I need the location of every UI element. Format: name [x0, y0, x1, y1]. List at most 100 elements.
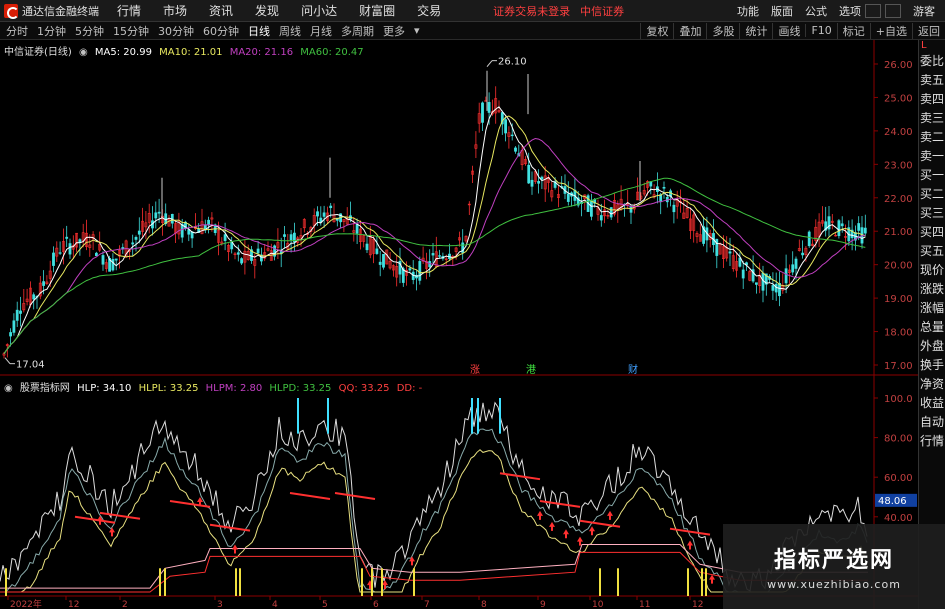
period-daily[interactable]: 日线	[248, 23, 270, 39]
period-tick[interactable]: 分时	[6, 23, 28, 39]
kline-candle	[863, 227, 867, 234]
kline-candle	[801, 252, 805, 256]
kline-candle	[418, 261, 422, 281]
kline-candle	[157, 211, 161, 214]
kline-candle	[223, 234, 227, 241]
side-item-3[interactable]: 卖三	[919, 109, 945, 128]
tool-overlay[interactable]: 叠加	[673, 22, 706, 39]
menu-item-ask[interactable]: 问小达	[301, 2, 337, 19]
kline-candle	[111, 258, 115, 271]
time-tick-label: 12	[68, 600, 79, 609]
price-tick-label: 24.00	[884, 127, 913, 138]
side-item-14[interactable]: 总量	[919, 318, 945, 337]
restore-button[interactable]	[885, 3, 901, 18]
side-item-12[interactable]: 涨跌	[919, 280, 945, 299]
kline-candle	[857, 223, 861, 231]
side-item-7[interactable]: 买二	[919, 185, 945, 204]
menu-item-trade[interactable]: 交易	[417, 2, 441, 19]
period-15min[interactable]: 15分钟	[113, 23, 149, 39]
kline-candle	[365, 243, 369, 251]
period-5min[interactable]: 5分钟	[75, 23, 104, 39]
stock-title[interactable]: 中信证券(日线)	[4, 47, 72, 58]
tool-multi-stock[interactable]: 多股	[706, 22, 739, 39]
side-item-8[interactable]: 买三	[919, 204, 945, 223]
tool-draw[interactable]: 画线	[772, 22, 805, 39]
low-pointer	[4, 357, 11, 364]
side-item-4[interactable]: 卖二	[919, 128, 945, 147]
minimize-button[interactable]	[865, 3, 881, 18]
menu-options[interactable]: 选项	[839, 3, 861, 19]
login-status[interactable]: 证券交易未登录	[493, 3, 570, 19]
side-item-19[interactable]: 自动	[919, 413, 945, 432]
side-item-18[interactable]: 收益	[919, 394, 945, 413]
kline-candle	[566, 193, 570, 202]
ma60-value: MA60: 20.47	[300, 47, 364, 58]
side-item-11[interactable]: 现价	[919, 261, 945, 280]
dd-value: DD: -	[396, 383, 423, 394]
period-30min[interactable]: 30分钟	[158, 23, 194, 39]
side-item-13[interactable]: 涨幅	[919, 299, 945, 318]
main-info-line: 中信证券(日线) ◉ MA5: 20.99 MA10: 21.01 MA20: …	[4, 43, 368, 58]
ma10-line	[3, 115, 866, 354]
tool-mark[interactable]: 标记	[836, 22, 870, 39]
trend-segment	[99, 511, 141, 520]
tool-adjust[interactable]: 复权	[640, 22, 673, 39]
period-more[interactable]: 更多	[383, 23, 405, 39]
broker-name: 中信证券	[580, 4, 625, 18]
tool-add-watchlist[interactable]: +自选	[869, 22, 912, 39]
side-item-10[interactable]: 买五	[919, 242, 945, 261]
kline-candle	[382, 253, 385, 268]
kline-candle	[715, 238, 719, 256]
menu-item-market[interactable]: 行情	[117, 2, 141, 19]
price-tick-label: 17.00	[884, 361, 913, 372]
side-item-6[interactable]: 买一	[919, 166, 945, 185]
menu-item-discover[interactable]: 发现	[255, 2, 279, 19]
menu-item-markets[interactable]: 市场	[163, 2, 187, 19]
menu-layout[interactable]: 版面	[771, 3, 793, 19]
guest-label[interactable]: 游客	[913, 3, 935, 19]
side-marker[interactable]: L	[919, 40, 945, 52]
menu-item-news[interactable]: 资讯	[209, 2, 233, 19]
buy-arrow-icon	[709, 574, 715, 584]
chevron-down-icon[interactable]: ▾	[414, 24, 420, 37]
side-item-15[interactable]: 外盘	[919, 337, 945, 356]
hlpm-value: HLPM: 2.80	[205, 383, 263, 394]
indicator-settings-icon[interactable]: ◉	[4, 383, 13, 394]
side-item-16[interactable]: 换手	[919, 356, 945, 375]
trend-segment	[334, 492, 376, 500]
watermark: 指标严选网 www.xuezhibiao.com	[723, 524, 945, 609]
indicator-tick-label: 100.0	[884, 394, 913, 405]
indicator-tick-label: 40.00	[884, 513, 913, 524]
tool-stats[interactable]: 统计	[739, 22, 772, 39]
menu-function[interactable]: 功能	[737, 3, 759, 19]
kline-candle	[537, 181, 541, 184]
period-monthly[interactable]: 月线	[310, 23, 332, 39]
settings-icon[interactable]: ◉	[79, 47, 88, 58]
side-item-20[interactable]: 行情	[919, 432, 945, 451]
period-multi[interactable]: 多周期	[341, 23, 374, 39]
menu-formula[interactable]: 公式	[805, 3, 827, 19]
time-tick-label: 12	[692, 600, 703, 609]
side-item-17[interactable]: 净资	[919, 375, 945, 394]
kline-candle	[741, 269, 745, 279]
period-1min[interactable]: 1分钟	[37, 23, 66, 39]
buy-arrow-icon	[549, 521, 555, 531]
trend-segment	[499, 472, 541, 481]
side-item-2[interactable]: 卖四	[919, 90, 945, 109]
toolbar-right: 复权 叠加 多股 统计 画线 F10 标记 +自选 返回	[640, 22, 945, 39]
side-item-1[interactable]: 卖五	[919, 71, 945, 90]
tool-back[interactable]: 返回	[912, 22, 945, 39]
period-60min[interactable]: 60分钟	[203, 23, 239, 39]
ma5-line	[3, 106, 866, 354]
period-weekly[interactable]: 周线	[279, 23, 301, 39]
side-item-0[interactable]: 委比	[919, 52, 945, 71]
tool-f10[interactable]: F10	[805, 24, 836, 37]
menu-item-wealth[interactable]: 财富圈	[359, 2, 395, 19]
side-item-9[interactable]: 买四	[919, 223, 945, 242]
indicator-name[interactable]: 股票指标网	[20, 383, 70, 394]
buy-arrow-icon	[563, 529, 569, 539]
kline-candle	[487, 102, 491, 113]
kline-candle	[12, 320, 16, 333]
side-item-5[interactable]: 卖一	[919, 147, 945, 166]
buy-arrow-icon	[537, 510, 543, 520]
